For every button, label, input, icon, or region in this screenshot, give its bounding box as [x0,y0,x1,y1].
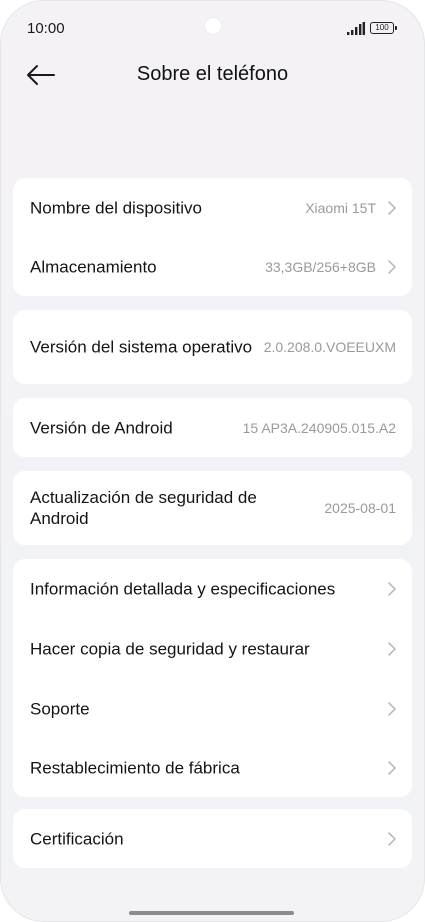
android-version-card: Versión de Android 15 AP3A.240905.015.A2 [13,398,412,457]
row-os-version[interactable]: Versión del sistema operativo 2.0.208.0.… [13,310,412,384]
os-version-label: Versión del sistema operativo [30,337,253,357]
row-device-name[interactable]: Nombre del dispositivo Xiaomi 15T [13,178,412,237]
chevron-right-icon [388,259,396,274]
phone-screen: 10:00 100 Sobre el teléfono Nombre del d… [0,0,425,922]
security-update-card: Actualización de seguridad de Android 20… [13,471,412,545]
chevron-right-icon [388,582,396,596]
home-indicator[interactable] [129,911,294,915]
row-support[interactable]: Soporte [13,679,412,739]
android-version-label: Versión de Android [30,418,173,437]
row-factory-reset[interactable]: Restablecimiento de fábrica [13,739,412,797]
device-name-label: Nombre del dispositivo [30,198,202,217]
signal-icon [347,22,365,35]
os-version-card: Versión del sistema operativo 2.0.208.0.… [13,310,412,384]
storage-value: 33,3GB/256+8GB [265,258,376,275]
row-storage[interactable]: Almacenamiento 33,3GB/256+8GB [13,237,412,296]
options-card: Información detallada y especificaciones… [13,559,412,797]
header: Sobre el teléfono [0,56,425,96]
os-version-value: 2.0.208.0.VOEEUXM [263,339,396,355]
row-certification[interactable]: Certificación [13,809,412,868]
battery-icon: 100 [370,22,397,34]
security-update-label: Actualización de seguridad de Android [30,488,257,528]
storage-label: Almacenamiento [30,257,157,276]
certification-card: Certificación [13,809,412,868]
chevron-right-icon [388,642,396,656]
android-version-value: 15 AP3A.240905.015.A2 [242,419,396,436]
row-security-update[interactable]: Actualización de seguridad de Android 20… [13,471,412,545]
chevron-right-icon [388,200,396,215]
security-update-value: 2025-08-01 [324,500,396,516]
device-info-card: Nombre del dispositivo Xiaomi 15T Almace… [13,178,412,296]
support-label: Soporte [30,699,90,719]
chevron-right-icon [388,831,396,846]
factory-reset-label: Restablecimiento de fábrica [30,758,240,778]
status-time: 10:00 [27,20,65,37]
front-camera [205,18,221,34]
certification-label: Certificación [30,829,124,848]
row-detailed-info[interactable]: Información detallada y especificaciones [13,559,412,619]
page-title: Sobre el teléfono [0,63,425,86]
chevron-right-icon [388,761,396,775]
chevron-right-icon [388,702,396,716]
row-android-version[interactable]: Versión de Android 15 AP3A.240905.015.A2 [13,398,412,457]
page-title-text: Sobre el teléfono [136,63,289,85]
row-backup-restore[interactable]: Hacer copia de seguridad y restaurar [13,619,412,679]
backup-restore-label: Hacer copia de seguridad y restaurar [30,639,310,659]
detailed-info-label: Información detallada y especificaciones [30,579,336,599]
status-bar: 10:00 100 [0,0,425,56]
device-name-value: Xiaomi 15T [305,199,376,216]
